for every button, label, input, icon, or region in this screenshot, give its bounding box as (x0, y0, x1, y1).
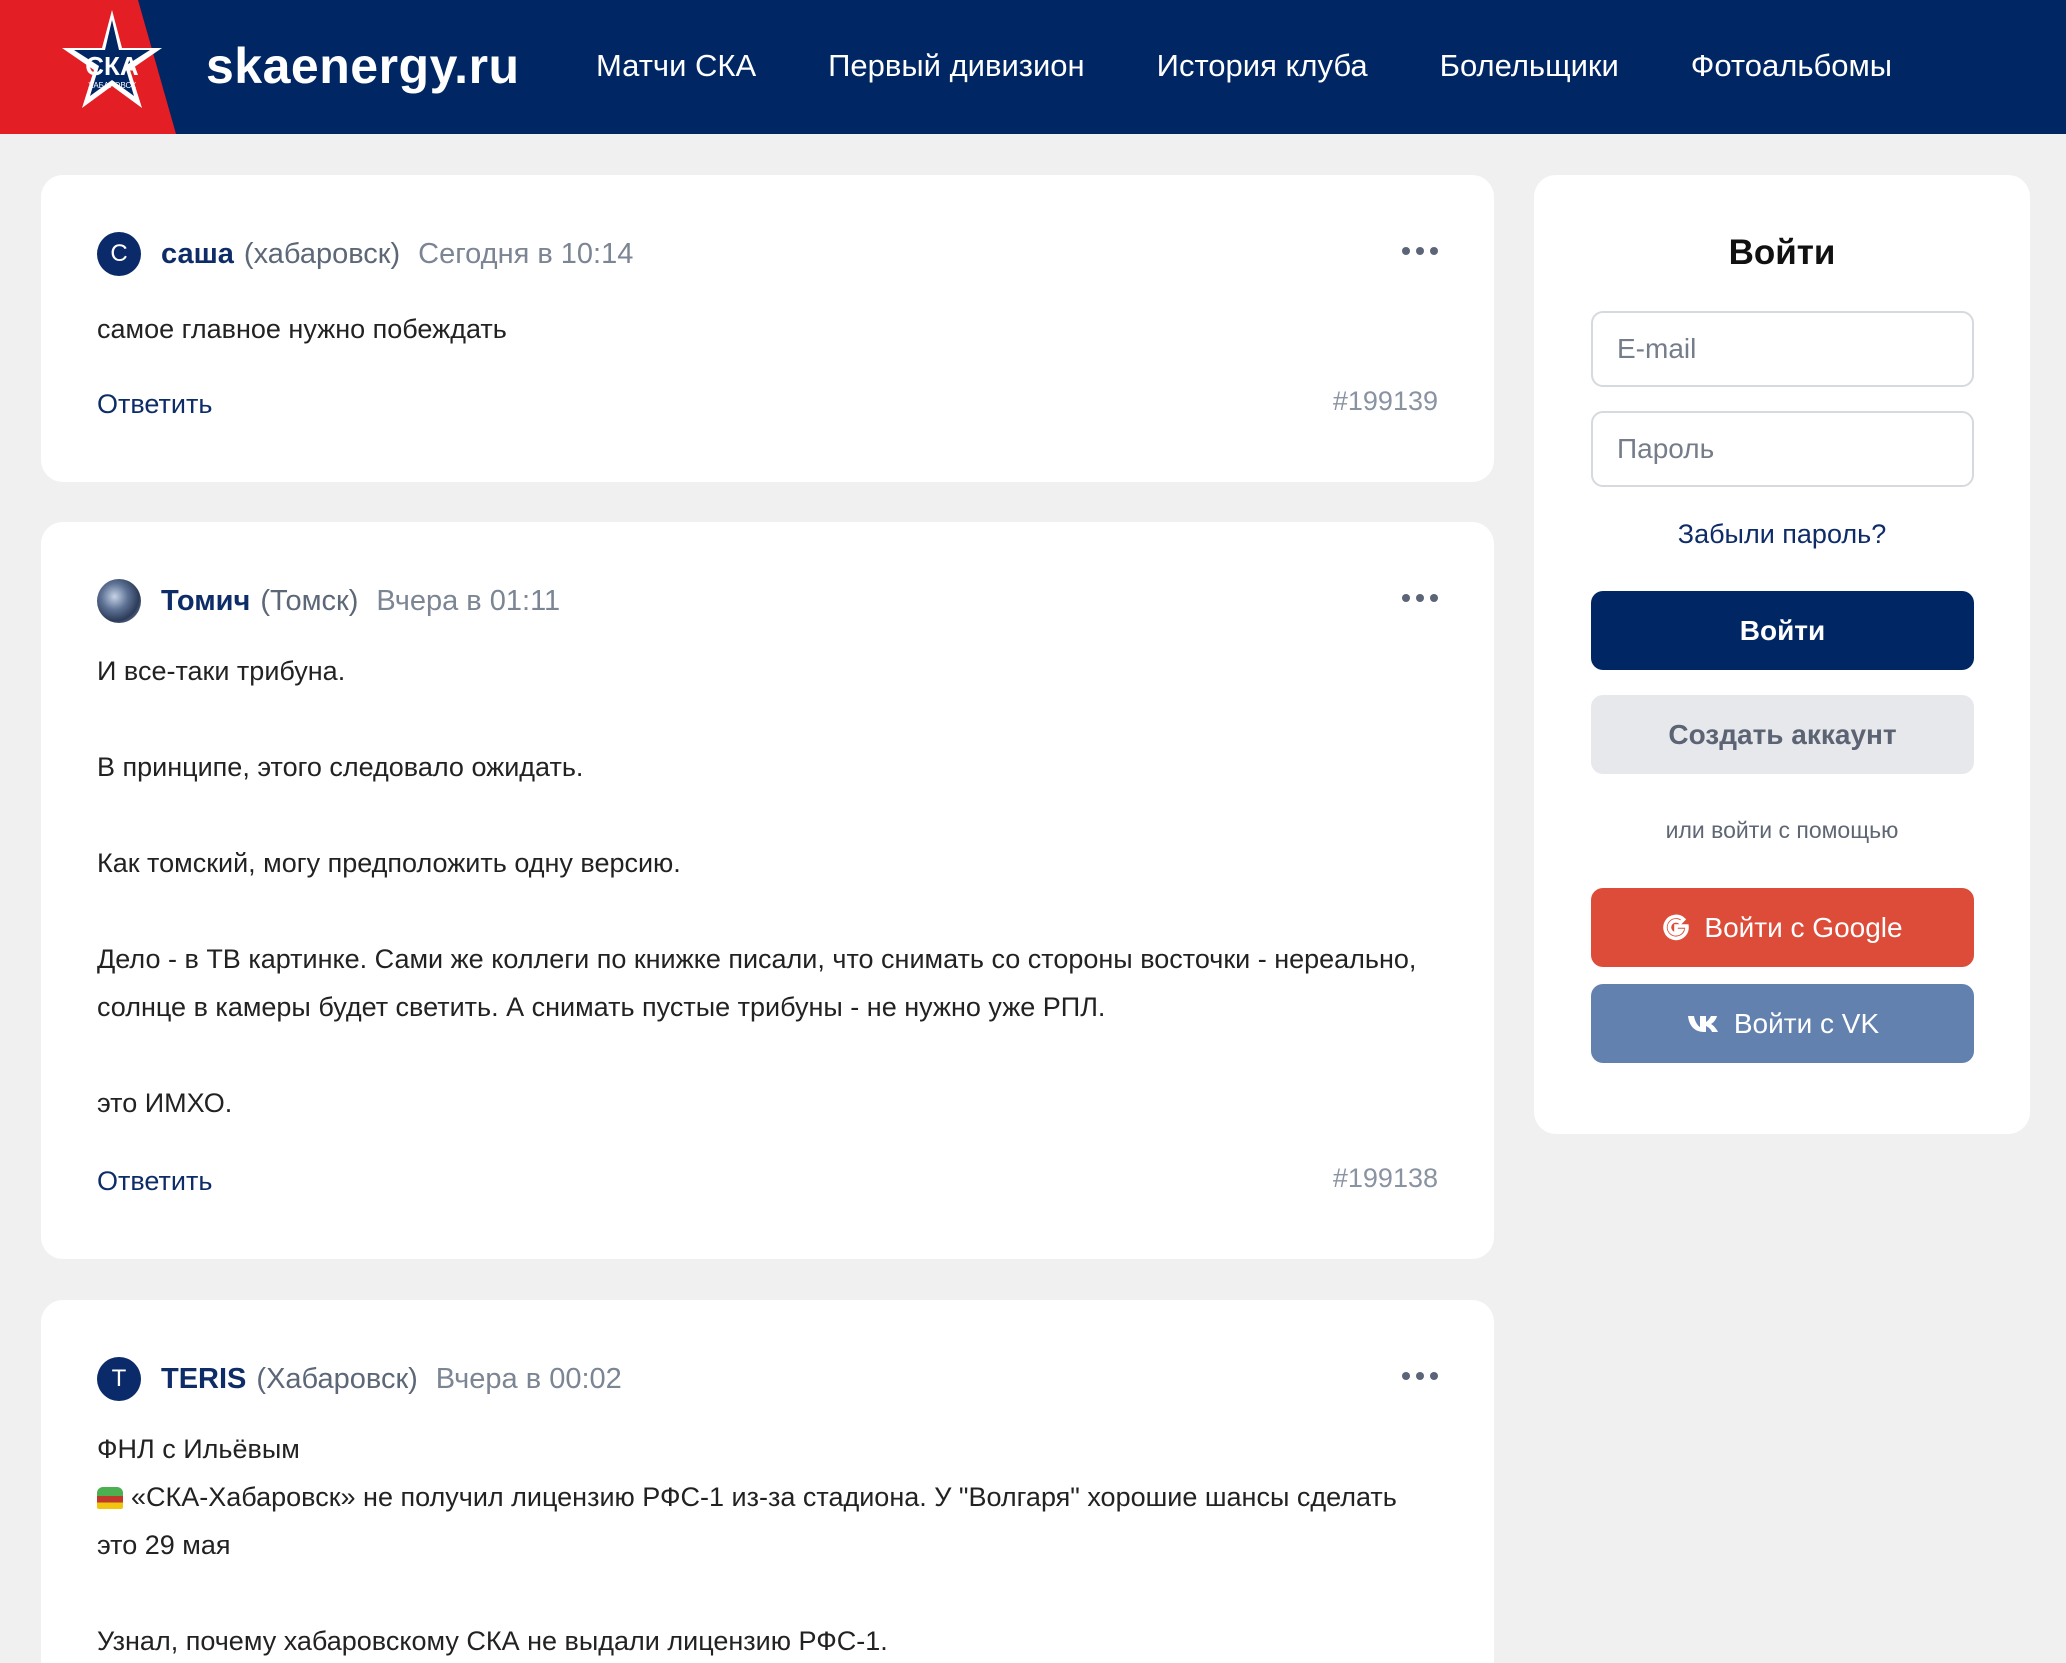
more-options-icon[interactable] (1402, 1371, 1438, 1381)
nav-item-photo-albums[interactable]: Фотоальбомы (1691, 28, 1892, 104)
author-city: (хабаровск) (243, 237, 401, 270)
reply-link[interactable]: Ответить (97, 1166, 212, 1197)
author-city: (Томск) (260, 584, 359, 617)
svg-text:СКА: СКА (85, 51, 139, 81)
author-city: (Хабаровск) (256, 1362, 418, 1395)
nav-item-fans[interactable]: Болельщики (1440, 28, 1619, 104)
post-body: самое главное нужно побеждать (97, 305, 1437, 353)
stadium-emoji-icon (97, 1487, 123, 1509)
post-body: ФНЛ с Ильёвым «СКА-Хабаровск» не получил… (97, 1425, 1437, 1663)
forgot-password-link[interactable]: Забыли пароль? (1534, 519, 2030, 550)
login-button[interactable]: Войти (1591, 591, 1974, 670)
password-field[interactable] (1591, 411, 1974, 487)
author-name[interactable]: TERIS (161, 1363, 246, 1396)
nav-item-history[interactable]: История клуба (1157, 28, 1368, 104)
post-paragraph: Как томский, могу предположить одну верс… (97, 848, 681, 878)
social-login-caption: или войти с помощью (1665, 817, 1899, 843)
more-options-icon[interactable] (1402, 593, 1438, 603)
author-name[interactable]: Томич (161, 585, 250, 618)
ska-logo[interactable]: СКА ХАБАРОВСК (0, 0, 176, 134)
post-card: Томич (Томск) Вчера в 01:11 И все-таки т… (41, 522, 1494, 1259)
post-paragraph: это ИМХО. (97, 1088, 233, 1118)
author-name[interactable]: саша (161, 238, 234, 271)
avatar[interactable] (97, 579, 141, 623)
google-icon (1663, 914, 1690, 940)
post-header: Томич (Томск) Вчера в 01:11 (97, 577, 560, 625)
login-panel: Войти Забыли пароль? Войти Создать аккау… (1534, 175, 2030, 1134)
post-paragraph: И все-таки трибуна. (97, 656, 346, 686)
google-login-button[interactable]: Войти с Google (1591, 888, 1974, 967)
post-time: Сегодня в 10:14 (418, 237, 634, 270)
vk-login-button[interactable]: Войти с VK (1591, 984, 1974, 1063)
vk-icon (1687, 1015, 1718, 1032)
nav-item-first-division[interactable]: Первый дивизион (828, 28, 1085, 104)
google-login-label: Войти с Google (1704, 911, 1903, 943)
post-body: И все-таки трибуна. В принципе, этого сл… (97, 647, 1437, 1127)
avatar[interactable]: T (97, 1357, 141, 1401)
nav-item-matches[interactable]: Матчи СКА (596, 28, 756, 104)
post-id[interactable]: #199139 (1333, 386, 1438, 417)
post-paragraph: Узнал, почему хабаровскому СКА не выдали… (97, 1626, 888, 1656)
post-paragraph: самое главное нужно побеждать (97, 314, 507, 344)
post-paragraph: ФНЛ с Ильёвым (97, 1434, 300, 1464)
post-id[interactable]: #199138 (1333, 1163, 1438, 1194)
post-header: С саша (хабаровск) Сегодня в 10:14 (97, 230, 633, 278)
more-options-icon[interactable] (1402, 246, 1438, 256)
vk-login-label: Войти с VK (1733, 1007, 1880, 1039)
post-time: Вчера в 01:11 (376, 584, 561, 617)
post-paragraph: «СКА-Хабаровск» не получил лицензию РФС-… (97, 1473, 1437, 1569)
post-paragraph: Дело - в ТВ картинке. Сами же коллеги по… (97, 944, 1417, 1022)
site-name[interactable]: skaenergy.ru (206, 28, 520, 104)
site-header: СКА ХАБАРОВСК skaenergy.ru Матчи СКА Пер… (0, 0, 2066, 134)
main-nav: Матчи СКА Первый дивизион История клуба … (596, 28, 1964, 104)
post-time: Вчера в 00:02 (435, 1362, 622, 1395)
svg-text:ХАБАРОВСК: ХАБАРОВСК (88, 81, 136, 90)
post-paragraph: В принципе, этого следовало ожидать. (97, 752, 584, 782)
post-paragraph-text: «СКА-Хабаровск» не получил лицензию РФС-… (97, 1482, 1397, 1560)
post-header: T TERIS (Хабаровск) Вчера в 00:02 (97, 1355, 622, 1403)
create-account-button[interactable]: Создать аккаунт (1591, 695, 1974, 774)
reply-link[interactable]: Ответить (97, 389, 212, 420)
email-field[interactable] (1591, 311, 1974, 387)
post-card: С саша (хабаровск) Сегодня в 10:14 самое… (41, 175, 1494, 482)
avatar[interactable]: С (97, 232, 141, 276)
post-card: T TERIS (Хабаровск) Вчера в 00:02 ФНЛ с … (41, 1300, 1494, 1663)
login-title: Войти (1728, 233, 1836, 272)
